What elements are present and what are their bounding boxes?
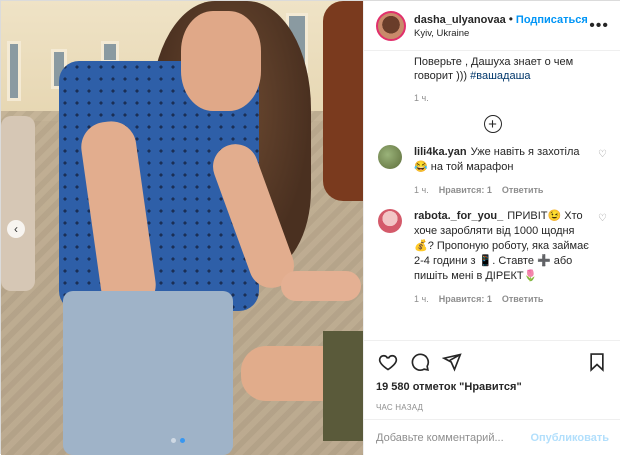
comment-meta: 1 ч. Нравится: 1 Ответить [414,294,607,304]
comment-meta: 1 ч. Нравится: 1 Ответить [414,185,607,195]
bookmark-icon[interactable] [585,350,609,374]
comment-item: rabota._for_you_ ПРИВІТ😉 Хто хоче заробля… [378,209,607,304]
post-side-panel: dasha_ulyanovaa • Подписаться Kyiv, Ukrain… [363,1,620,455]
heart-icon[interactable]: ♡ [598,213,607,224]
add-comment-bar: Опубликовать [364,419,620,455]
post-header: dasha_ulyanovaa • Подписаться Kyiv, Ukrain… [364,1,620,51]
likes-count[interactable]: 19 580 отметок "Нравится" [376,381,609,393]
heart-icon[interactable]: ♡ [598,149,607,160]
instagram-post-modal: ‹ dasha_ulyanovaa • Подписаться Kyiv, Ukra… [0,0,620,455]
comment-likes[interactable]: Нравится: 1 [439,294,492,304]
comments-scroll-area[interactable]: Поверьте , Дашуха знает о чем говорит ))… [364,52,620,338]
post-photo[interactable]: ‹ [1,1,363,455]
other-person-sleeve [323,331,363,441]
bullet-separator: • [508,12,513,26]
chevron-left-icon[interactable]: ‹ [7,220,25,238]
comment-body: lili4ka.yan Уже навіть я захотіла 😂 на то… [414,145,607,175]
post-actions: 19 580 отметок "Нравится" ЧАС НАЗАД [364,340,620,412]
building-window [101,41,119,63]
comment-icon[interactable] [408,350,432,374]
send-icon[interactable] [440,350,464,374]
caption: Поверьте , Дашуха знает о чем говорит ))… [414,55,607,83]
reply-button[interactable]: Ответить [502,185,544,195]
comment-likes[interactable]: Нравится: 1 [439,185,492,195]
bystander-left [1,116,35,291]
person-jeans [63,291,233,455]
reply-button[interactable]: Ответить [502,294,544,304]
post-time[interactable]: ЧАС НАЗАД [376,403,609,412]
carousel-dots [171,438,185,443]
load-more-comments[interactable]: + [378,103,607,145]
comment-input[interactable] [376,431,531,444]
publish-button[interactable]: Опубликовать [530,432,609,444]
comment-time[interactable]: 1 ч. [414,294,429,304]
follow-button[interactable]: Подписаться [516,14,588,26]
plus-circle-icon[interactable]: + [483,115,502,133]
caption-time[interactable]: 1 ч. [414,93,607,103]
comment-username[interactable]: lili4ka.yan [414,146,467,158]
header-text: dasha_ulyanovaa • Подписаться Kyiv, Ukrain… [414,12,589,39]
comment-time[interactable]: 1 ч. [414,185,429,195]
more-horizontal-icon[interactable]: ••• [589,17,609,35]
caption-hashtag[interactable]: #вашадаша [470,70,530,82]
building-window [7,41,21,101]
comment-body: rabota._for_you_ ПРИВІТ😉 Хто хоче заробля… [414,209,607,284]
header-username[interactable]: dasha_ulyanovaa [414,14,506,26]
avatar[interactable] [378,145,402,169]
carousel-dot [171,438,176,443]
other-person-hair [323,1,363,201]
person-right-hand [281,271,361,301]
carousel-dot-active [180,438,185,443]
action-row [376,349,609,375]
avatar[interactable] [376,10,406,41]
heart-icon[interactable] [376,350,400,374]
comment-username[interactable]: rabota._for_you_ [414,210,503,222]
person-face [181,11,261,111]
location-link[interactable]: Kyiv, Ukraine [414,28,589,39]
avatar[interactable] [378,209,402,233]
comment-item: lili4ka.yan Уже навіть я захотіла 😂 на то… [378,145,607,195]
